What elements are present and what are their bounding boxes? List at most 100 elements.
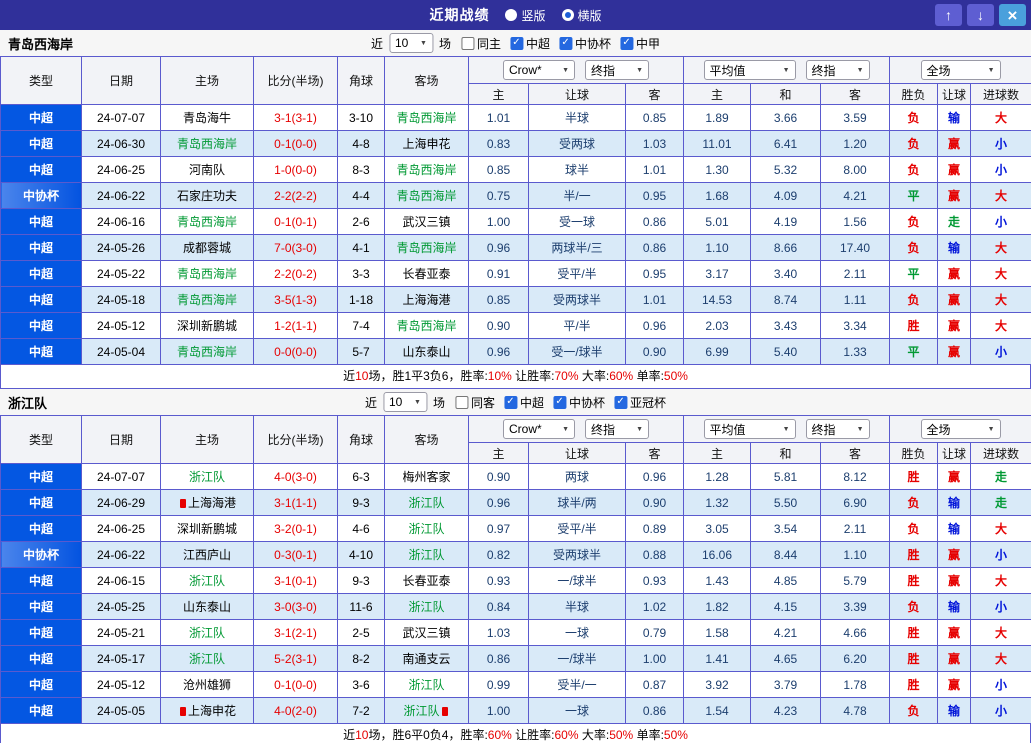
corner-count: 3-10	[337, 104, 385, 131]
chevron-down-icon: ▼	[636, 425, 643, 433]
filter-checkbox[interactable]: 同主	[460, 35, 501, 52]
checkbox-unchecked-icon[interactable]	[460, 36, 474, 50]
match-count-select[interactable]: 10 ▼	[388, 33, 433, 53]
home-team[interactable]: 深圳新鹏城	[160, 515, 254, 542]
away-team[interactable]: 上海海港	[384, 286, 469, 313]
home-team[interactable]: 浙江队	[160, 463, 254, 490]
checkbox-checked-icon[interactable]: ✓	[620, 36, 634, 50]
home-team[interactable]: 浙江队	[160, 619, 254, 646]
match-date: 24-05-21	[81, 619, 161, 646]
checkbox-checked-icon[interactable]: ✓	[510, 36, 523, 50]
final-index-select[interactable]: 终指 ▼	[805, 419, 870, 439]
filter-checkbox[interactable]: ✓ 亚冠杯	[614, 394, 666, 411]
column-header-corner: 角球	[337, 56, 385, 105]
checkbox-checked-icon[interactable]: ✓	[614, 395, 628, 409]
summary-segment: 60%	[487, 728, 512, 742]
home-team[interactable]: 青岛西海岸	[160, 338, 254, 365]
match-count-select[interactable]: 10 ▼	[382, 392, 427, 412]
result-winloss: 平	[889, 338, 939, 365]
away-team[interactable]: 南通支云	[384, 645, 469, 672]
home-team[interactable]: 河南队	[160, 156, 254, 183]
away-team[interactable]: 浙江队	[384, 697, 469, 724]
filter-checkbox[interactable]: ✓ 中超	[504, 394, 544, 411]
fulltime-select[interactable]: 全场 ▼	[920, 419, 1001, 439]
away-team[interactable]: 梅州客家	[384, 463, 469, 490]
away-team[interactable]: 浙江队	[384, 489, 469, 516]
filter-checkbox[interactable]: ✓ 中甲	[620, 35, 660, 52]
away-team[interactable]: 武汉三镇	[384, 619, 469, 646]
column-header-away: 客场	[384, 415, 469, 464]
filter-checkbox[interactable]: ✓ 中协杯	[553, 394, 605, 411]
layout-radio-vertical[interactable]: 竖版	[505, 7, 546, 24]
final-odds-select[interactable]: 终指 ▼	[585, 419, 649, 439]
home-team[interactable]: 石家庄功夫	[160, 182, 254, 209]
home-team[interactable]: 青岛西海岸	[160, 286, 254, 313]
away-team[interactable]: 青岛西海岸	[384, 182, 469, 209]
home-team[interactable]: 青岛海牛	[160, 104, 254, 131]
section-head: 浙江队 近 10 ▼ 场 同客 ✓ 中超 ✓ 中协杯 ✓ 亚冠杯	[0, 389, 1031, 415]
checkbox-label: 中超	[520, 395, 545, 410]
league-type: 中超	[0, 697, 82, 724]
match-row: 中超 24-05-26 成都蓉城 7-0(3-0) 4-1 青岛西海岸 0.96 两球半/三 0…	[0, 234, 1031, 261]
league-type: 中超	[0, 156, 82, 183]
odds-provider-select[interactable]: Crow* ▼	[503, 60, 575, 80]
home-team[interactable]: 青岛西海岸	[160, 130, 254, 157]
final-odds-select[interactable]: 终指 ▼	[585, 60, 649, 80]
home-team[interactable]: 上海申花	[160, 697, 254, 724]
home-team[interactable]: 沧州雄狮	[160, 671, 254, 698]
away-team[interactable]: 长春亚泰	[384, 260, 469, 287]
home-team[interactable]: 成都蓉城	[160, 234, 254, 261]
checkbox-checked-icon[interactable]: ✓	[559, 36, 573, 50]
score: 0-1(0-0)	[253, 671, 338, 698]
summary-segment: 近	[343, 728, 356, 742]
fulltime-select[interactable]: 全场 ▼	[920, 60, 1001, 80]
sub-header-winloss: 胜负	[889, 442, 939, 464]
checkbox-unchecked-icon[interactable]	[454, 395, 468, 409]
away-team[interactable]: 青岛西海岸	[384, 312, 469, 339]
handicap-line: 球半	[528, 156, 626, 183]
away-team[interactable]: 山东泰山	[384, 338, 469, 365]
home-team[interactable]: 青岛西海岸	[160, 260, 254, 287]
radio-icon[interactable]	[505, 9, 518, 21]
checkbox-checked-icon[interactable]: ✓	[553, 395, 567, 409]
away-team[interactable]: 长春亚泰	[384, 567, 469, 594]
match-date: 24-06-15	[81, 567, 161, 594]
close-button[interactable]: ×	[999, 4, 1026, 26]
home-team[interactable]: 深圳新鹏城	[160, 312, 254, 339]
home-odds: 1.01	[468, 104, 529, 131]
scroll-down-button[interactable]: ↓	[967, 4, 994, 26]
home-team[interactable]: 浙江队	[160, 645, 254, 672]
filter-checkbox[interactable]: ✓ 中协杯	[559, 35, 611, 52]
home-team[interactable]: 浙江队	[160, 567, 254, 594]
away-team[interactable]: 上海申花	[384, 130, 469, 157]
home-team[interactable]: 江西庐山	[160, 541, 254, 568]
chevron-down-icon: ▼	[562, 425, 569, 433]
layout-radio-horizontal[interactable]: 横版	[561, 7, 602, 24]
filter-checkbox[interactable]: ✓ 中超	[510, 35, 550, 52]
radio-icon[interactable]	[561, 9, 574, 21]
home-team[interactable]: 青岛西海岸	[160, 208, 254, 235]
away-team[interactable]: 青岛西海岸	[384, 234, 469, 261]
filter-checkbox[interactable]: 同客	[454, 394, 495, 411]
checkbox-checked-icon[interactable]: ✓	[504, 395, 517, 409]
home-team[interactable]: 山东泰山	[160, 593, 254, 620]
away-team[interactable]: 青岛西海岸	[384, 156, 469, 183]
away-team[interactable]: 浙江队	[384, 671, 469, 698]
scroll-up-button[interactable]: ↑	[935, 4, 962, 26]
away-team[interactable]: 浙江队	[384, 541, 469, 568]
average-select[interactable]: 平均值 ▼	[703, 60, 796, 80]
away-team[interactable]: 武汉三镇	[384, 208, 469, 235]
sub-header-avg-draw: 和	[750, 442, 821, 464]
away-team[interactable]: 青岛西海岸	[384, 104, 469, 131]
away-team[interactable]: 浙江队	[384, 515, 469, 542]
league-type: 中超	[0, 489, 82, 516]
scope-dropdown-cell: 全场 ▼	[889, 56, 1031, 84]
match-date: 24-06-25	[81, 515, 161, 542]
match-date: 24-06-30	[81, 130, 161, 157]
games-label: 场	[432, 395, 445, 410]
away-team[interactable]: 浙江队	[384, 593, 469, 620]
final-index-select[interactable]: 终指 ▼	[805, 60, 870, 80]
average-select[interactable]: 平均值 ▼	[703, 419, 796, 439]
odds-provider-select[interactable]: Crow* ▼	[503, 419, 575, 439]
home-team[interactable]: 上海海港	[160, 489, 254, 516]
